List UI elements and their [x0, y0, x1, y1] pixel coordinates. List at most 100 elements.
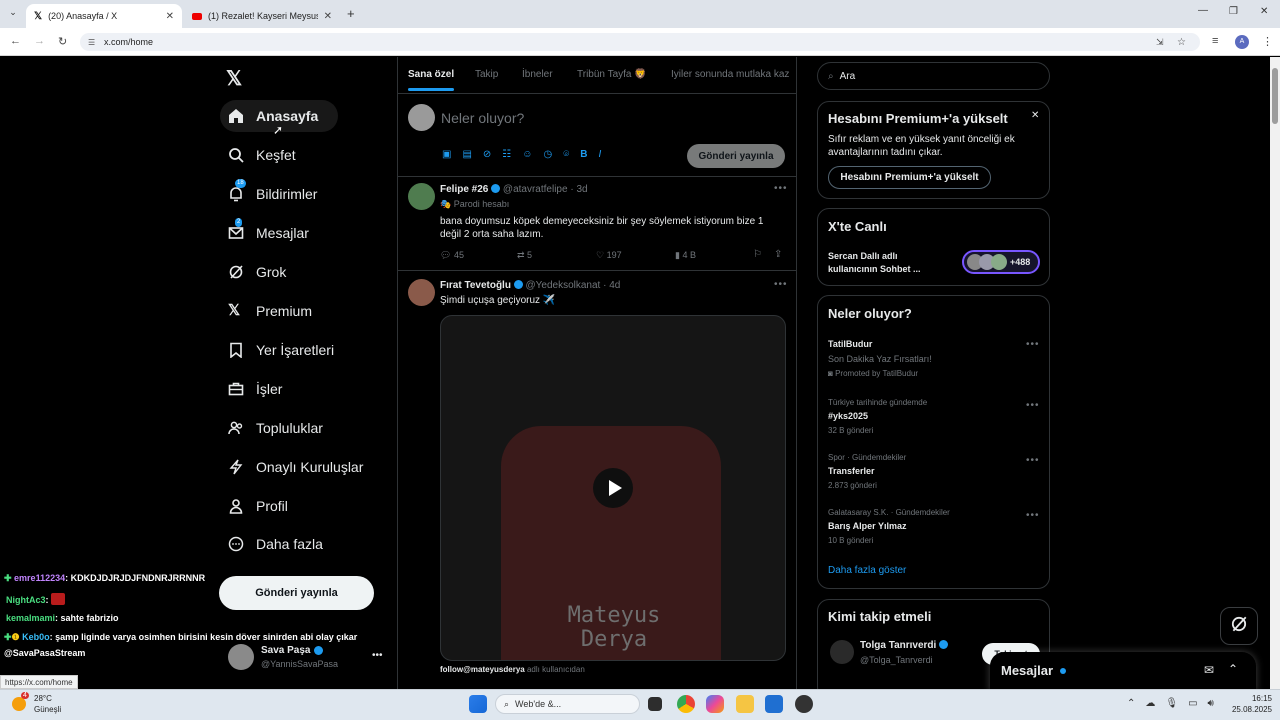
like-action[interactable]: ♡ 197 — [596, 250, 622, 261]
post-time[interactable]: 4d — [609, 280, 620, 291]
microphone-icon[interactable]: 🎙︎ — [1165, 698, 1178, 709]
close-icon[interactable]: ✕ — [1031, 110, 1039, 121]
poll-icon[interactable]: ☷ — [502, 149, 511, 160]
tab-list-ibneler[interactable]: İbneler — [522, 69, 553, 80]
gif-icon[interactable]: ▤ — [462, 149, 471, 160]
reload-icon[interactable]: ↻ — [58, 35, 67, 48]
close-icon[interactable]: ✕ — [324, 11, 332, 22]
volume-icon[interactable]: 🔊︎ — [1208, 698, 1214, 709]
taskbar-search[interactable]: ⌕ Web'de &... — [495, 694, 640, 714]
start-icon[interactable] — [469, 695, 487, 713]
trend-item[interactable]: Galatasaray S.K. · Gündemdekiler Barış A… — [818, 506, 1049, 550]
italic-icon[interactable]: I — [598, 149, 601, 160]
video-player[interactable]: Mateyus Derya — [440, 315, 786, 661]
tab-youtube[interactable]: (1) Rezalet! Kayseri Meysuspor ✕ — [184, 4, 340, 28]
tab-x-home[interactable]: 𝕏 (20) Anasayfa / X ✕ — [26, 4, 182, 28]
chevron-up-icon[interactable]: ⌃ — [1127, 698, 1135, 709]
app-icon[interactable] — [795, 695, 813, 713]
nav-item-communities[interactable]: Topluluklar — [220, 412, 343, 444]
image-icon[interactable]: ▣ — [442, 149, 451, 160]
weather-widget[interactable]: 4 28°C Güneşli — [8, 692, 78, 718]
tab-for-you[interactable]: Sana özel — [408, 69, 454, 80]
x-logo-icon[interactable]: 𝕏 — [226, 66, 242, 91]
author-handle[interactable]: @atavratfelipe — [503, 184, 568, 195]
more-dots-icon[interactable]: ••• — [372, 650, 383, 661]
profile-avatar[interactable]: A — [1235, 35, 1249, 49]
store-icon[interactable] — [765, 695, 783, 713]
chrome-menu-icon[interactable]: ⋮ — [1262, 35, 1273, 48]
nav-item-explore[interactable]: Keşfet — [220, 139, 316, 171]
nav-item-profile[interactable]: Profil — [220, 490, 308, 522]
composer-post-button[interactable]: Gönderi yayınla — [687, 144, 785, 168]
more-dots-icon[interactable]: ••• — [774, 183, 788, 194]
clock[interactable]: 16:15 25.08.2025 — [1222, 693, 1272, 715]
post[interactable]: Fırat Tevetoğlu @Yedeksolkanat · 4d ••• … — [398, 271, 796, 689]
back-icon[interactable]: ← — [10, 35, 21, 47]
attribution-user[interactable]: follow@mateyusderya — [440, 665, 525, 674]
post[interactable]: Felipe #26 @atavratfelipe · 3d ••• 🎭 Par… — [398, 177, 796, 270]
copilot-icon[interactable] — [706, 695, 724, 713]
window-close-icon[interactable]: ✕ — [1260, 6, 1268, 17]
share-icon[interactable]: ⇪ — [774, 249, 782, 260]
more-dots-icon[interactable]: ••• — [1026, 510, 1040, 521]
minimize-icon[interactable]: — — [1198, 5, 1208, 16]
chrome-icon[interactable] — [677, 695, 695, 713]
grok-floating-button[interactable] — [1220, 607, 1258, 645]
scrollbar-thumb[interactable] — [1272, 68, 1278, 124]
premium-button[interactable]: Hesabını Premium+'a yükselt — [828, 166, 991, 189]
nav-item-premium[interactable]: 𝕏 Premium — [220, 295, 332, 327]
repost-action[interactable]: ⇄ 5 — [517, 250, 532, 261]
nav-item-bookmarks[interactable]: Yer İşaretleri — [220, 334, 354, 366]
show-more-link[interactable]: Daha fazla göster — [828, 565, 906, 576]
nav-item-more[interactable]: Daha fazla — [220, 528, 343, 560]
trend-item[interactable]: Spor · Gündemdekiler Transferler 2.873 g… — [818, 451, 1049, 495]
composer-input[interactable]: Neler oluyor? — [441, 110, 524, 126]
file-explorer-icon[interactable] — [736, 695, 754, 713]
emoji-icon[interactable]: ☺ — [522, 149, 532, 160]
close-icon[interactable]: ✕ — [166, 11, 174, 22]
forward-icon[interactable]: → — [34, 35, 45, 47]
site-info-icon[interactable]: ☰ — [88, 38, 95, 47]
bookmark-icon[interactable]: ⚐ — [753, 249, 762, 260]
bookmark-star-icon[interactable]: ☆ — [1177, 37, 1186, 48]
page-scrollbar[interactable] — [1270, 57, 1280, 689]
schedule-icon[interactable]: ◷ — [543, 149, 552, 160]
play-button[interactable] — [593, 468, 633, 508]
more-dots-icon[interactable]: ••• — [774, 279, 788, 290]
grok-icon[interactable]: ⊘ — [483, 149, 491, 160]
nav-item-grok[interactable]: Grok — [220, 256, 306, 288]
cloud-icon[interactable]: ☁ — [1145, 698, 1155, 709]
more-dots-icon[interactable]: ••• — [1026, 400, 1040, 411]
tab-list-iyiler[interactable]: İyiler sonunda mutlaka kaz — [671, 69, 796, 80]
reply-action[interactable]: 💬︎ 45 — [440, 250, 464, 261]
author-name[interactable]: Felipe #26 — [440, 184, 488, 195]
network-icon[interactable]: ▭ — [1188, 698, 1197, 709]
bold-icon[interactable]: B — [580, 149, 587, 160]
install-icon[interactable]: ⇲ — [1156, 37, 1164, 48]
address-bar[interactable]: ☰ x.com/home ⇲ ☆ — [80, 33, 1200, 51]
location-icon[interactable]: ⌾ — [563, 149, 569, 160]
new-message-icon[interactable]: ✉ — [1204, 663, 1214, 677]
trend-item[interactable]: TatilBudur Son Dakika Yaz Fırsatları! ◙ … — [818, 334, 1049, 384]
more-dots-icon[interactable]: ••• — [1026, 455, 1040, 466]
tab-list-tribun[interactable]: Tribün Tayfa 🦁 — [577, 69, 647, 80]
messages-drawer[interactable]: Mesajlar ✉ ⌃ — [990, 652, 1256, 692]
task-view-icon[interactable] — [648, 697, 662, 711]
new-tab-icon[interactable]: + — [347, 6, 355, 21]
nav-item-jobs[interactable]: İşler — [220, 373, 302, 405]
expand-icon[interactable]: ⌃ — [1228, 662, 1238, 676]
post-button[interactable]: Gönderi yayınla — [219, 576, 374, 610]
more-dots-icon[interactable]: ••• — [1026, 339, 1040, 350]
search-input[interactable]: ⌕ Ara — [817, 62, 1050, 90]
tab-search-icon[interactable]: ⌄ — [6, 7, 20, 21]
author-handle[interactable]: @Yedeksolkanat — [526, 280, 601, 291]
live-text[interactable]: Sercan Dallı adlı kullanıcının Sohbet ..… — [828, 250, 946, 276]
trend-item[interactable]: Türkiye tarihinde gündemde #yks2025 32 B… — [818, 396, 1049, 440]
suggested-user-name[interactable]: Tolga Tanrıverdi — [860, 640, 949, 651]
post-time[interactable]: 3d — [576, 184, 587, 195]
nav-item-notifications[interactable]: 18 Bildirimler — [220, 178, 337, 210]
account-switcher[interactable]: Sava Paşa @YannisSavaPasa ••• — [222, 640, 392, 680]
live-participants[interactable]: +488 — [962, 250, 1040, 274]
author-name[interactable]: Fırat Tevetoğlu — [440, 280, 511, 291]
nav-item-verified-orgs[interactable]: Onaylı Kuruluşlar — [220, 451, 383, 483]
